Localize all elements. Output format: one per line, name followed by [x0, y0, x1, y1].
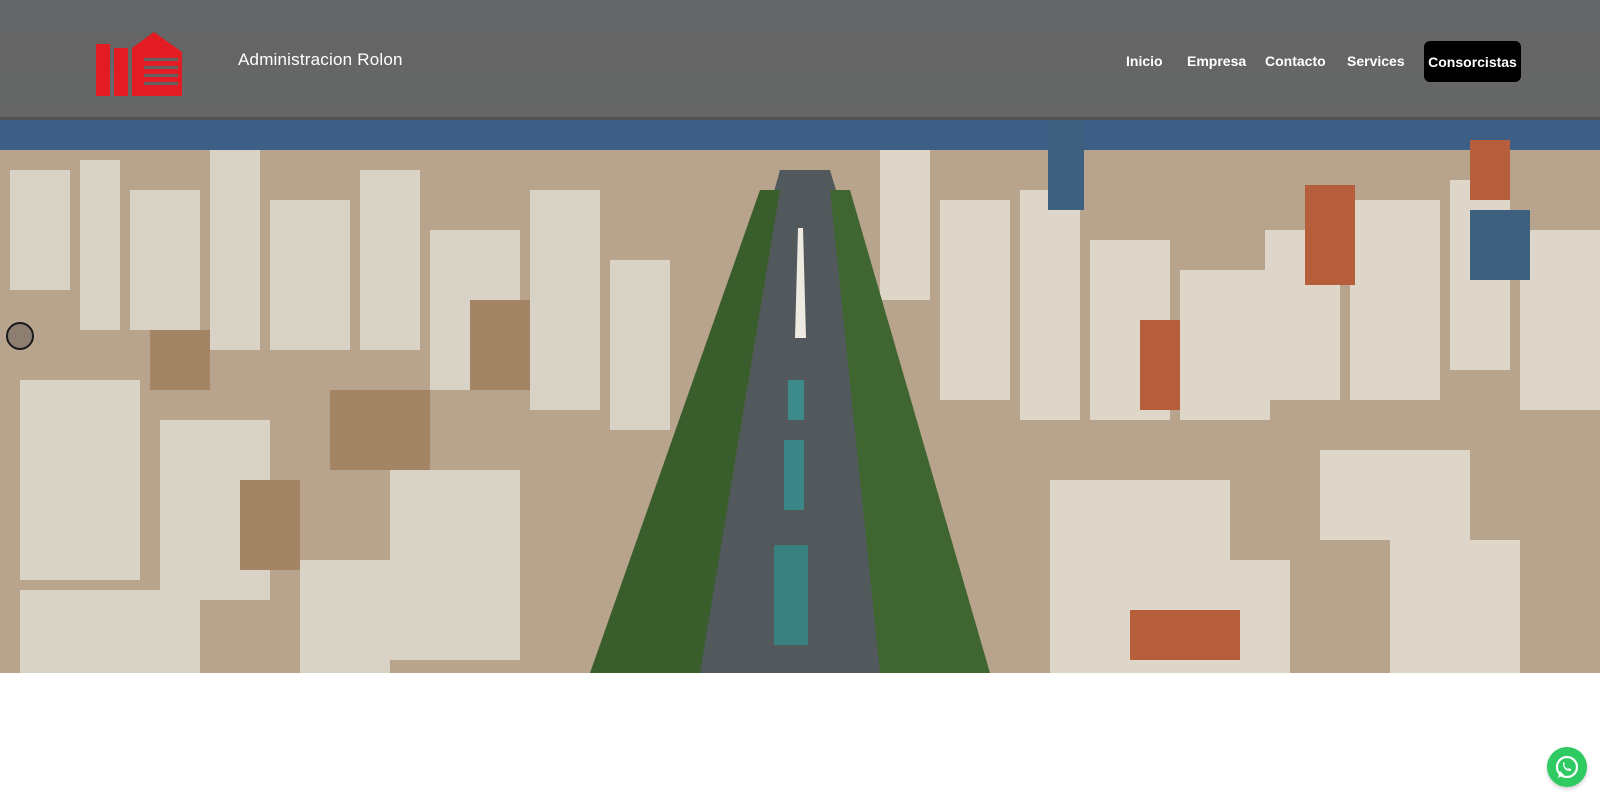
nav-services[interactable]: Services — [1347, 53, 1405, 69]
carousel-indicator-icon[interactable] — [6, 322, 34, 350]
building-logo-icon[interactable] — [96, 32, 186, 96]
nav-contacto[interactable]: Contacto — [1265, 53, 1326, 69]
navbar: Administracion Rolon Inicio Empresa Cont… — [0, 0, 1600, 120]
nav-inicio[interactable]: Inicio — [1126, 53, 1163, 69]
brand-name[interactable]: Administracion Rolon — [238, 50, 403, 70]
nav-empresa[interactable]: Empresa — [1187, 53, 1246, 69]
whatsapp-icon — [1555, 755, 1579, 779]
whatsapp-button[interactable] — [1547, 747, 1587, 787]
consorcistas-button[interactable]: Consorcistas — [1424, 41, 1521, 82]
